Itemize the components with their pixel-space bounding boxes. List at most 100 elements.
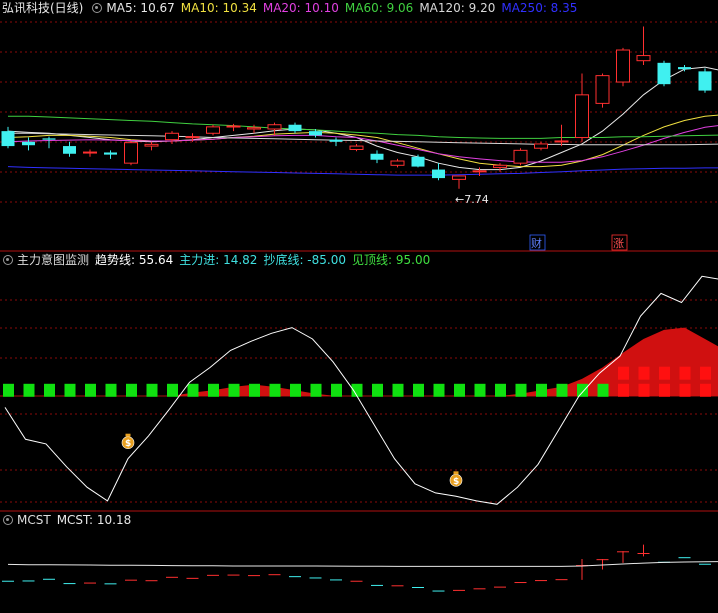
candle	[104, 150, 117, 159]
limit-up-badge: 涨	[611, 234, 628, 251]
candle	[124, 140, 138, 166]
money-bag-icon: $	[121, 433, 135, 449]
candle-body	[104, 152, 117, 155]
signal-square-top	[700, 366, 711, 380]
mcst-line	[7, 561, 718, 567]
candle-body	[267, 124, 282, 130]
finance-badge: 财	[529, 234, 546, 251]
signal-square	[597, 383, 609, 397]
candle-body	[206, 126, 220, 134]
candle	[1, 126, 15, 149]
signal-square	[310, 383, 322, 397]
mcst-panel: MCST MCST: 10.18	[0, 512, 718, 613]
ma-line-ma20	[7, 125, 718, 163]
candle	[432, 163, 445, 181]
candle-body	[185, 136, 200, 139]
signal-square	[187, 383, 199, 397]
candle-body	[22, 141, 35, 146]
money-bag-glyph: $	[125, 439, 131, 449]
candle-body	[554, 140, 569, 143]
signal-square	[454, 383, 465, 397]
signal-square	[331, 383, 342, 397]
money-bag-neck	[125, 433, 131, 437]
candle-body	[657, 62, 671, 85]
candle	[698, 68, 712, 93]
candle-body	[1, 131, 15, 147]
candle	[329, 137, 343, 147]
candle	[83, 149, 97, 157]
signal-square	[495, 383, 506, 397]
indicator-panel: 主力意图监测 趋势线: 55.64 主力进: 14.82 抄底线: -85.00 见顶…	[0, 252, 718, 512]
candle-body	[493, 164, 507, 168]
signal-square	[638, 383, 650, 397]
signal-square	[659, 383, 670, 397]
candle-body	[349, 145, 364, 150]
signal-square	[105, 383, 117, 397]
candle	[595, 73, 610, 108]
signal-square	[392, 383, 404, 397]
candle	[636, 26, 651, 65]
candle-body	[226, 125, 241, 128]
candle	[452, 175, 466, 189]
candle	[370, 150, 384, 164]
indicator-chart[interactable]: $$	[0, 252, 718, 512]
money-bag-neck	[453, 471, 459, 475]
signal-square	[249, 383, 260, 397]
signal-square	[3, 383, 14, 397]
price-tick	[576, 559, 588, 580]
candle	[678, 64, 691, 72]
signal-square	[269, 383, 281, 397]
candle	[390, 158, 405, 168]
signal-square	[64, 383, 76, 397]
candle-body	[390, 160, 405, 166]
finance-badge-text: 财	[531, 236, 542, 250]
limit-up-badge-text: 涨	[613, 237, 624, 250]
price-chart[interactable]: ←7.74 财 涨	[0, 0, 718, 252]
price-tick	[637, 544, 650, 557]
mcst-chart[interactable]	[0, 512, 718, 613]
candle	[42, 136, 56, 149]
candle-body	[370, 153, 384, 160]
signal-square	[23, 383, 35, 397]
signal-square	[208, 383, 219, 397]
candle	[288, 122, 302, 134]
candle-body	[309, 131, 322, 136]
signal-square	[536, 383, 547, 397]
candle-body	[165, 132, 179, 141]
candle-body	[595, 75, 610, 104]
ma-line-ma250	[7, 166, 718, 176]
signal-square	[167, 383, 178, 397]
candle-body	[288, 124, 302, 132]
candle	[657, 60, 671, 87]
candle-body	[636, 55, 651, 62]
candle	[513, 148, 528, 166]
candle-body	[42, 138, 56, 140]
low-price-label: ←7.74	[455, 193, 489, 206]
signal-square	[44, 383, 55, 397]
candle	[144, 141, 159, 151]
signal-square	[228, 383, 240, 397]
candle-body	[144, 143, 159, 147]
candle	[616, 47, 630, 87]
signal-square-top	[679, 366, 691, 380]
signal-square	[85, 383, 96, 397]
candle-body	[575, 94, 589, 139]
candle-body	[63, 146, 76, 154]
candle-body	[432, 169, 445, 179]
price-panel: 弘讯科技(日线) MA5: 10.67 MA10: 10.34 MA20: 10.1…	[0, 0, 718, 252]
candle	[63, 141, 76, 157]
candle-body	[247, 127, 261, 130]
candle-body	[124, 142, 138, 164]
candle	[554, 124, 569, 147]
signal-square-top	[618, 366, 629, 380]
candle-body	[616, 49, 630, 83]
candle-body	[698, 71, 712, 91]
candle	[22, 137, 35, 151]
signal-square	[515, 383, 527, 397]
candle-body	[534, 143, 548, 149]
candle	[575, 73, 589, 142]
signal-square	[556, 383, 568, 397]
money-bag-glyph: $	[453, 477, 459, 487]
candle	[206, 124, 220, 136]
candle-body	[329, 139, 343, 142]
